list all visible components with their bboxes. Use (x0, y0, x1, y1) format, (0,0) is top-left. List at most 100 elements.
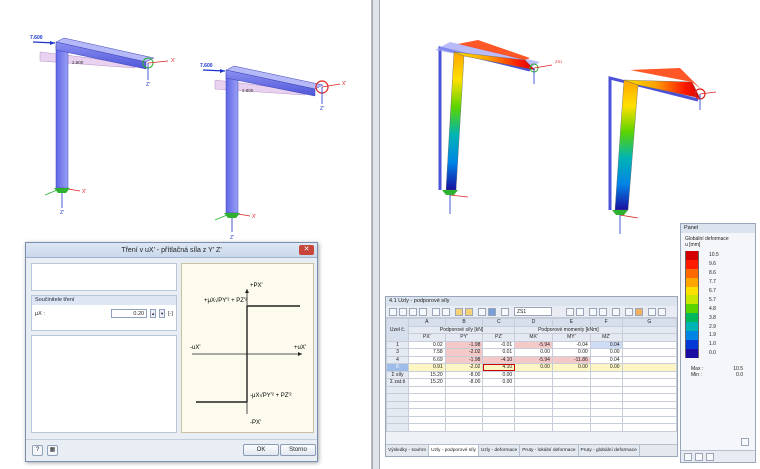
column-letter[interactable]: F (589, 318, 623, 327)
table-cell[interactable]: 0.91 (407, 363, 446, 372)
table-cell[interactable]: -0.04 (551, 340, 591, 349)
table-cell[interactable] (514, 378, 553, 387)
table-cell[interactable]: 0.00 (482, 370, 516, 379)
column-letter[interactable]: G (621, 318, 678, 327)
toolbar-icon[interactable] (399, 308, 407, 316)
close-button[interactable]: ✕ (299, 245, 314, 255)
table-cell[interactable]: -0.01 (482, 340, 516, 349)
table-cell[interactable] (621, 378, 678, 387)
table-cell[interactable] (514, 370, 553, 379)
toolbar-icon[interactable] (419, 308, 427, 316)
column-letter[interactable]: A (407, 318, 446, 327)
color-legend[interactable]: 10.5 9.6 8.6 7.7 6.7 5.7 4.8 3.8 2.9 1.9 1.0 0.0 (685, 250, 751, 358)
table-tab[interactable]: Pruty - lokální deformace (520, 445, 579, 456)
filter-icon[interactable] (465, 308, 473, 316)
load-case-select[interactable]: ZS1 (514, 307, 552, 316)
toolbar-icon[interactable] (658, 308, 666, 316)
next-arrow-icon[interactable] (576, 308, 584, 316)
table-cell[interactable]: -11.86 (551, 355, 591, 364)
table-cell[interactable]: 0.01 (482, 348, 516, 357)
table-cell[interactable]: 0.00 (514, 348, 553, 357)
row-number[interactable]: 6 (386, 363, 409, 372)
panel-tab-icon[interactable] (706, 453, 714, 461)
table-row[interactable]: Σ síly 15.20 -8.00 0.00 (386, 370, 678, 379)
row-number[interactable]: 4 (386, 355, 409, 364)
row-number[interactable]: Σ síly (386, 370, 409, 379)
row-number[interactable]: 3 (386, 348, 409, 357)
toolbar-icon[interactable] (612, 308, 620, 316)
view-splitter[interactable] (372, 0, 380, 469)
table-cell[interactable]: 15.20 (407, 378, 446, 387)
results-table[interactable]: Uzel č. A B C D E F G Podporové síly [kN… (386, 318, 678, 432)
zoom-icon[interactable] (741, 438, 749, 446)
column-letter[interactable]: E (551, 318, 591, 327)
table-cell[interactable]: 0.04 (589, 340, 623, 349)
filter-icon[interactable] (455, 308, 463, 316)
table-body[interactable]: 1 0.02 -1.98 -0.01 -5.94 -0.04 0.04 3 7.58 -2.02 0… (386, 340, 678, 432)
table-cell[interactable]: 0.00 (514, 363, 553, 372)
table-cell[interactable]: 0.00 (551, 363, 591, 372)
help-icon[interactable]: ? (32, 445, 43, 456)
panel-tab-icon[interactable] (684, 453, 692, 461)
table-cell[interactable] (589, 378, 623, 387)
table-cell[interactable] (621, 348, 678, 357)
table-cell[interactable]: -5.94 (514, 355, 553, 364)
table-cell[interactable]: 0.04 (589, 355, 623, 364)
coefficient-input[interactable]: 0.20 (111, 309, 148, 318)
table-cell[interactable]: -2.02 (444, 363, 484, 372)
table-cell[interactable]: 0.00 (551, 348, 591, 357)
table-cell[interactable] (621, 363, 678, 372)
table-row[interactable]: 6 0.91 -2.02 4.10 0.00 0.00 0.00 (386, 363, 678, 372)
table-cell[interactable]: 0.00 (589, 363, 623, 372)
toolbar-icon[interactable] (625, 308, 633, 316)
table-cell[interactable]: -5.94 (514, 340, 553, 349)
dialog-titlebar[interactable]: Tření v uX' - přítlačná síla z Y' Z' ✕ (26, 243, 317, 258)
toolbar-icon[interactable] (432, 308, 440, 316)
table-cell[interactable]: 4.10 (482, 363, 516, 372)
toolbar-icon[interactable] (599, 308, 607, 316)
toolbar-icon[interactable] (635, 308, 643, 316)
table-tab[interactable]: Výsledky - souhrn (386, 445, 430, 456)
table-cell[interactable] (621, 355, 678, 364)
toolbar-icon[interactable] (478, 308, 486, 316)
table-cell[interactable]: 15.20 (407, 370, 446, 379)
toolbar-icon[interactable] (589, 308, 597, 316)
table-row[interactable]: 1 0.02 -1.98 -0.01 -5.94 -0.04 0.04 (386, 340, 678, 349)
table-cell[interactable]: 0.00 (482, 378, 516, 387)
table-row[interactable]: Σ zat.ti 15.20 -8.00 0.00 (386, 378, 678, 387)
spin-up-icon[interactable]: ▲ (150, 309, 157, 318)
ok-button[interactable]: OK (243, 444, 279, 456)
table-cell[interactable]: -8.00 (444, 378, 484, 387)
toolbar-icon[interactable] (442, 308, 450, 316)
table-cell[interactable] (551, 370, 591, 379)
row-number[interactable]: 1 (386, 340, 409, 349)
table-row[interactable]: 3 7.58 -2.02 0.01 0.00 0.00 0.00 (386, 348, 678, 357)
toolbar-icon[interactable] (389, 308, 397, 316)
column-letter[interactable]: C (482, 318, 516, 327)
table-cell[interactable]: -1.98 (444, 355, 484, 364)
table-cell[interactable]: -8.00 (444, 370, 484, 379)
settings-icon[interactable]: ▦ (47, 445, 58, 456)
table-cell[interactable]: -4.10 (482, 355, 516, 364)
table-cell[interactable] (621, 340, 678, 349)
prev-arrow-icon[interactable] (566, 308, 574, 316)
toolbar-icon[interactable] (409, 308, 417, 316)
toolbar-icon[interactable] (648, 308, 656, 316)
column-letter[interactable]: D (514, 318, 553, 327)
toolbar-icon[interactable] (501, 308, 509, 316)
table-cell[interactable]: -1.98 (444, 340, 484, 349)
table-cell[interactable]: 7.58 (407, 348, 446, 357)
toolbar-icon[interactable] (488, 308, 496, 316)
column-letter[interactable]: B (444, 318, 484, 327)
table-cell[interactable] (589, 370, 623, 379)
spin-down-icon[interactable]: ▼ (159, 309, 166, 318)
table-cell[interactable]: 6.69 (407, 355, 446, 364)
table-cell[interactable] (621, 370, 678, 379)
cancel-button[interactable]: Storno (280, 444, 316, 456)
table-cell[interactable]: -2.02 (444, 348, 484, 357)
table-tab[interactable]: Uzly - deformace (479, 445, 521, 456)
table-cell[interactable]: 0.00 (589, 348, 623, 357)
row-number[interactable]: Σ zat.ti (386, 378, 409, 387)
table-tab[interactable]: Pruty - globální deformace (579, 445, 640, 456)
table-cell[interactable] (551, 378, 591, 387)
